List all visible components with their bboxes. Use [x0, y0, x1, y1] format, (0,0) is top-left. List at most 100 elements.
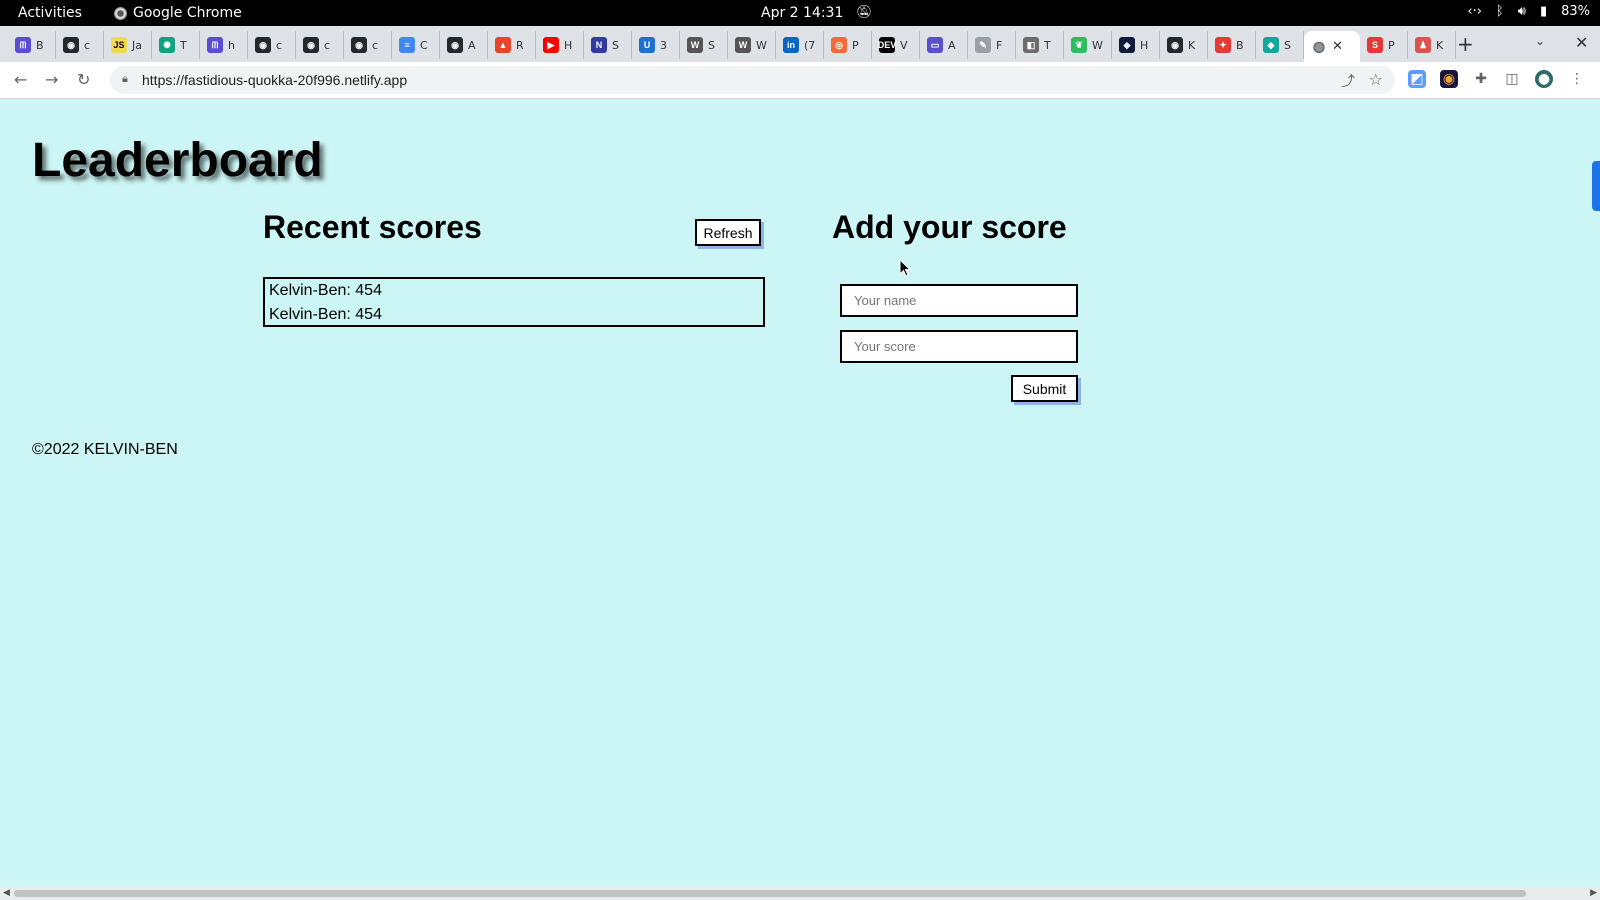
browser-tab[interactable]: ◉ c: [344, 31, 392, 59]
page-viewport: Leaderboard Recent scores Refresh Kelvin…: [0, 99, 1600, 900]
clock[interactable]: Apr 2 14:31: [761, 5, 843, 21]
browser-tab[interactable]: ✦ B: [1208, 31, 1256, 59]
tab-title: B: [36, 38, 44, 52]
bluetooth-icon: ᛒ: [1495, 4, 1504, 19]
tab-list: ᗰ B ◉ c JS Ja ✺ T ᗰ h ◉ c ◉ c ◉ c ≡ C ◉ A ▲ R ▶ H N S U 3 W S W Win (7 ◎ P…: [8, 31, 1456, 62]
browser-tab[interactable]: ≡ C: [392, 31, 440, 59]
reload-icon[interactable]: ↻: [77, 70, 90, 89]
address-url[interactable]: https://fastidious-quokka-20f996.netlify…: [142, 72, 407, 88]
browser-tab[interactable]: ᗰB: [8, 31, 56, 59]
footer-copyright: ©2022 KELVIN-BEN: [32, 441, 178, 458]
forward-arrow-icon[interactable]: →: [45, 70, 58, 89]
browser-tab[interactable]: ▲ R: [488, 31, 536, 59]
chrome-icon: [114, 6, 127, 20]
browser-tab[interactable]: ◎ P: [824, 31, 872, 59]
browser-tab[interactable]: ◧ T: [1016, 31, 1064, 59]
browser-tab[interactable]: ✎ F: [968, 31, 1016, 59]
tab-title: S: [708, 38, 715, 52]
window-close-icon[interactable]: ✕: [1575, 33, 1588, 52]
horizontal-scrollbar[interactable]: ◀ ▶: [0, 886, 1600, 900]
score-item: Kelvin-Ben: 454: [269, 306, 382, 323]
browser-tab[interactable]: JS Ja: [104, 31, 152, 59]
tab-favicon-icon: N: [591, 37, 607, 53]
system-tray[interactable]: ‹·› ᛒ 🔊︎ ▮ 83%: [1467, 4, 1590, 19]
tab-title: H: [564, 38, 573, 52]
share-icon[interactable]: ⤴: [1341, 71, 1355, 91]
active-tab[interactable]: ◍ ✕: [1304, 31, 1360, 62]
tab-favicon-icon: U: [639, 37, 655, 53]
new-tab-button[interactable]: +: [1457, 32, 1474, 56]
browser-tab[interactable]: WW: [728, 31, 776, 59]
tab-favicon-icon: ◉: [63, 37, 79, 53]
recent-scores-heading: Recent scores: [263, 209, 482, 245]
tab-title: V: [900, 38, 908, 52]
submit-button[interactable]: Submit: [1011, 375, 1078, 402]
scores-list: Kelvin-Ben: 454 Kelvin-Ben: 454: [263, 277, 765, 327]
tab-title: h: [228, 38, 235, 52]
side-scroll-indicator[interactable]: [1592, 161, 1600, 211]
browser-tab[interactable]: SP: [1360, 31, 1408, 59]
browser-tab[interactable]: ▶ H: [536, 31, 584, 59]
browser-tab[interactable]: ◉ c: [248, 31, 296, 59]
back-arrow-icon[interactable]: ←: [14, 70, 27, 89]
add-score-heading: Add your score: [832, 209, 1067, 245]
tab-close-icon[interactable]: ✕: [1332, 39, 1343, 54]
browser-tab[interactable]: ❦ W: [1064, 31, 1112, 59]
browser-tab[interactable]: ◉ c: [56, 31, 104, 59]
tab-title: T: [1044, 38, 1051, 52]
address-bar[interactable]: 🔒︎ https://fastidious-quokka-20f996.netl…: [110, 66, 1395, 94]
extensions-puzzle-icon[interactable]: ✚: [1472, 70, 1490, 88]
side-panel-icon[interactable]: ◫: [1503, 70, 1521, 88]
browser-tab[interactable]: WS: [680, 31, 728, 59]
lock-icon[interactable]: 🔒︎: [122, 72, 128, 86]
browser-tab[interactable]: ᗰh: [200, 31, 248, 59]
tab-favicon-icon: ≡: [399, 37, 415, 53]
tab-favicon-icon: ᗰ: [15, 37, 31, 53]
tab-title: c: [84, 38, 91, 52]
tab-favicon-icon: ◈: [1119, 37, 1135, 53]
browser-tab[interactable]: DEV V: [872, 31, 920, 59]
tab-favicon-icon: ❦: [1071, 37, 1087, 53]
browser-tab[interactable]: NS: [584, 31, 632, 59]
browser-tab[interactable]: ◉ K: [1160, 31, 1208, 59]
tab-title: W: [756, 38, 767, 52]
browser-tab[interactable]: ◈ H: [1112, 31, 1160, 59]
tab-favicon-icon: ◉: [255, 37, 271, 53]
extension-tab-manager-icon[interactable]: ◩: [1408, 70, 1426, 88]
name-input[interactable]: [840, 284, 1078, 317]
tab-title: C: [420, 38, 428, 52]
refresh-button[interactable]: Refresh: [695, 219, 761, 246]
browser-tab[interactable]: ✺ T: [152, 31, 200, 59]
browser-tab[interactable]: ♟ K: [1408, 31, 1456, 59]
bookmark-star-icon[interactable]: ☆: [1369, 70, 1383, 89]
browser-tab[interactable]: U3: [632, 31, 680, 59]
score-input[interactable]: [840, 330, 1078, 363]
tab-favicon-icon: ◧: [1023, 37, 1039, 53]
tab-title: c: [372, 38, 379, 52]
browser-tab[interactable]: in (7: [776, 31, 824, 59]
scrollbar-thumb[interactable]: [14, 890, 1526, 897]
tab-favicon-icon: ♟: [1415, 37, 1431, 53]
activities-button[interactable]: Activities: [18, 5, 82, 21]
system-top-bar: Activities Google Chrome Apr 2 14:31 🔕︎ …: [0, 0, 1600, 26]
battery-icon: ▮: [1539, 4, 1548, 19]
tab-title: T: [180, 38, 187, 52]
tab-favicon-icon: ◎: [831, 37, 847, 53]
extension-color-icon[interactable]: ◉: [1440, 70, 1458, 88]
app-name: Google Chrome: [133, 5, 242, 21]
tab-strip: ᗰ B ◉ c JS Ja ✺ T ᗰ h ◉ c ◉ c ◉ c ≡ C ◉ A ▲ R ▶ H N S U 3 W S W Win (7 ◎ P…: [0, 26, 1600, 62]
tab-title: P: [852, 38, 859, 52]
app-menu[interactable]: Google Chrome: [114, 5, 242, 21]
browser-tab[interactable]: ◆ S: [1256, 31, 1304, 59]
tab-title: 3: [660, 38, 667, 52]
scroll-left-arrow-icon[interactable]: ◀: [3, 887, 10, 898]
tab-title: K: [1188, 38, 1196, 52]
browser-tab[interactable]: ▭ A: [920, 31, 968, 59]
chrome-menu-icon[interactable]: ⋮: [1568, 70, 1586, 88]
browser-tab[interactable]: ◉ A: [440, 31, 488, 59]
scroll-right-arrow-icon[interactable]: ▶: [1590, 887, 1597, 898]
tab-favicon-icon: W: [735, 37, 751, 53]
tab-search-chevron-icon[interactable]: ⌄: [1535, 34, 1545, 48]
browser-tab[interactable]: ◉ c: [296, 31, 344, 59]
profile-avatar[interactable]: ●: [1535, 70, 1553, 88]
